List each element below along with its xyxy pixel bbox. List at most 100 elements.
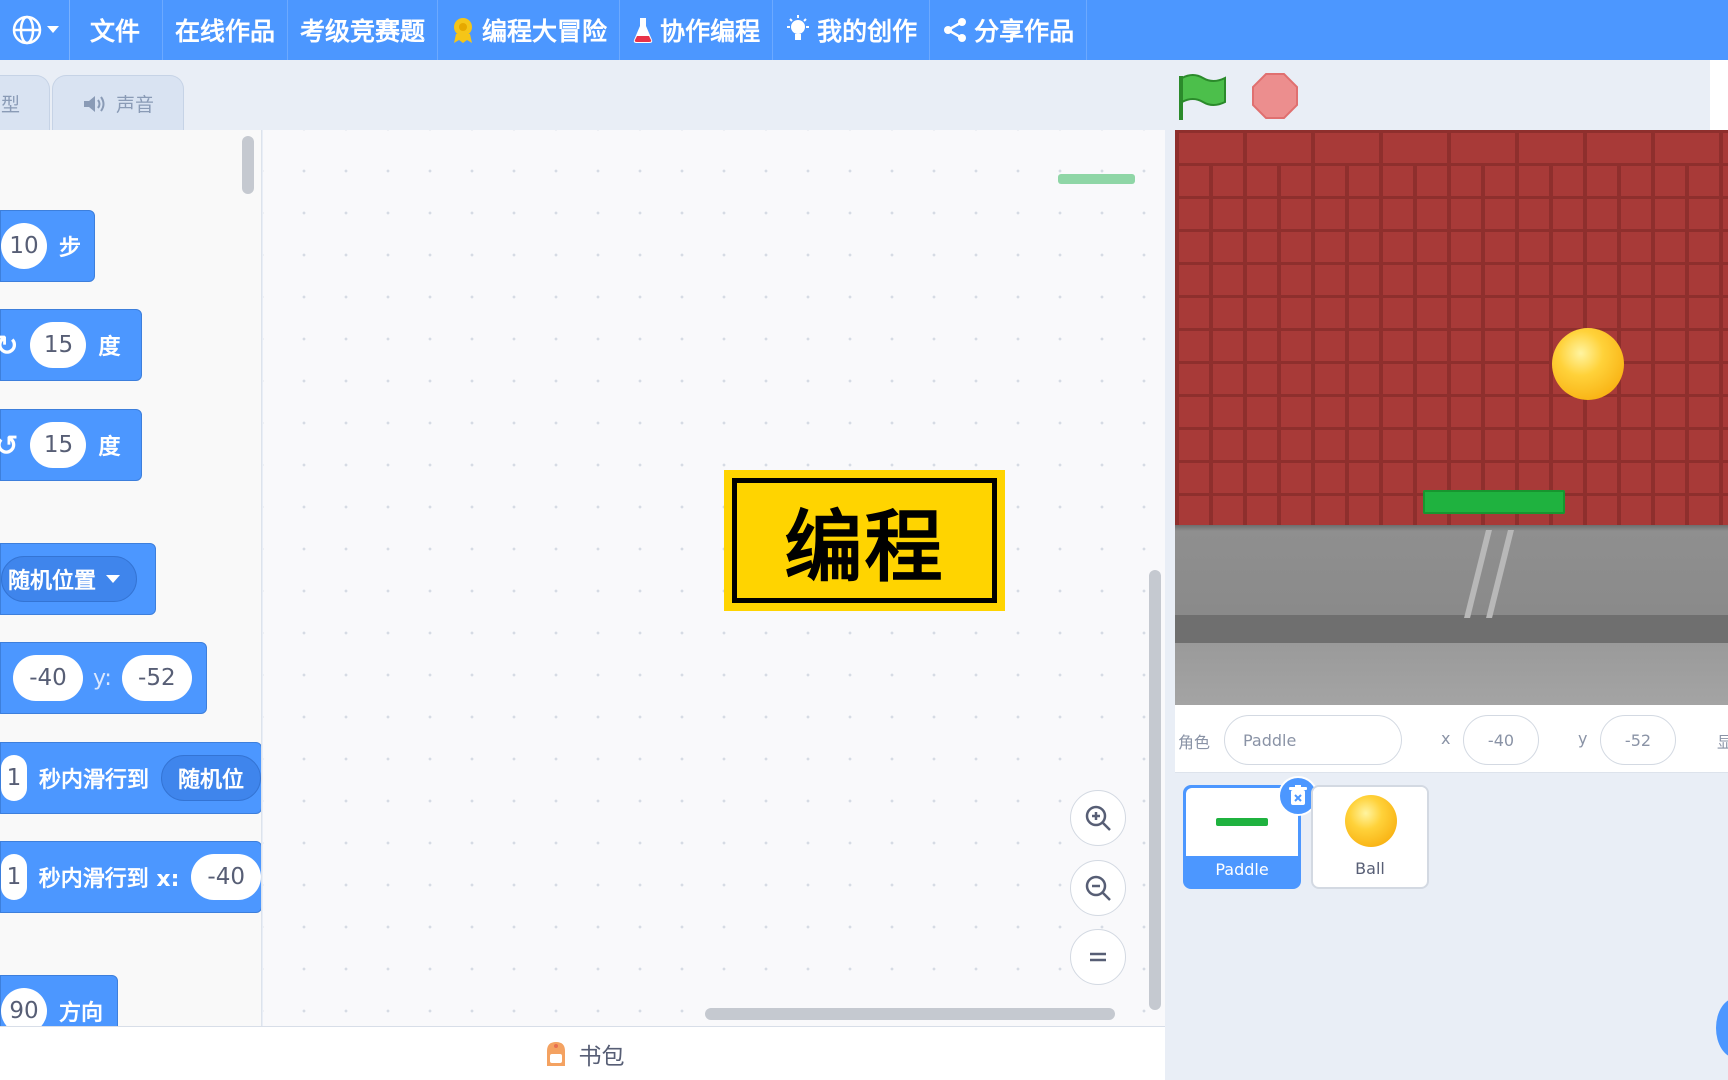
show-label: 显 [1717,733,1728,752]
move-steps-suffix: 步 [59,236,82,261]
zoom-out-icon [1085,875,1111,901]
sprite-name-value: Paddle [1243,730,1297,750]
y-label: y [1578,729,1588,748]
glide-target-dropdown[interactable]: 随机位 [160,755,261,801]
turn-left-degrees-input[interactable]: 15 [30,422,87,468]
zoom-in-button[interactable] [1070,790,1126,846]
sprite-thumbnail [1313,787,1427,855]
block-turn-left[interactable]: ↺ 15 度 [0,409,142,481]
paddle-sprite[interactable] [1423,490,1565,514]
floor-backdrop [1175,525,1728,705]
rotate-left-icon: ↺ [0,429,18,462]
glide-xy-x-input[interactable]: -40 [191,854,261,900]
menu-share-work-label: 分享作品 [974,17,1075,46]
editor-tabs: 型 声音 [0,60,1165,131]
glide-target-label: 随机位 [177,768,244,793]
block-goto-target[interactable]: 随机位置 [0,543,156,615]
rotate-right-icon: ↻ [0,329,18,362]
sprite-info-panel: 角色 Paddle x -40 y -52 显 [1175,705,1728,773]
sprite-card-ball[interactable]: Ball [1311,785,1429,889]
menu-collab-coding[interactable]: 协作编程 [620,0,774,60]
sprite-x-input[interactable]: -40 [1463,715,1539,765]
menu-online-works-label: 在线作品 [175,17,276,46]
tab-sounds-label: 声音 [115,94,154,116]
menu-my-creations-label: 我的创作 [817,17,918,46]
language-menu[interactable] [0,0,70,60]
turn-right-suffix: 度 [98,335,121,360]
workspace-minimap-indicator [1058,174,1135,184]
menu-online-works[interactable]: 在线作品 [163,0,289,60]
green-flag-icon[interactable] [1175,72,1231,122]
backpack-bar[interactable]: 书包 [0,1026,1165,1080]
goto-y-input[interactable]: -52 [121,655,192,701]
code-workspace[interactable]: 编程 [263,130,1165,1026]
block-glide-target[interactable]: 1 秒内滑行到 随机位 [0,742,261,814]
tab-sounds[interactable]: 声音 [52,75,184,131]
menu-file[interactable]: 文件 [70,0,164,60]
backpack-label: 书包 [578,1043,625,1070]
sprite-y-input[interactable]: -52 [1600,715,1676,765]
direction-suffix: 方向 [59,1001,104,1026]
goto-y-label: y: [93,665,112,691]
caret-down-icon [106,574,121,583]
zoom-reset-button[interactable] [1070,929,1126,985]
menu-coding-adventure-label: 编程大冒险 [482,17,608,46]
backpack-icon [546,1041,565,1066]
overlay-title-badge: 编程 [724,470,1005,611]
menu-my-creations[interactable]: 我的创作 [773,0,931,60]
workspace-horizontal-scrollbar[interactable] [705,1008,1115,1020]
turn-right-degrees-input[interactable]: 15 [30,322,87,368]
sprite-x-value: -40 [1487,730,1515,750]
lightbulb-icon [787,15,810,40]
block-palette: 10 步 ↻ 15 度 ↺ 15 度 随机位置 -40 y: -52 1 秒内滑… [0,130,262,1026]
tab-costumes-label: 型 [1,94,21,116]
share-icon [944,18,967,42]
brick-wall-joints [1175,163,1728,525]
menu-collab-coding-label: 协作编程 [660,17,761,46]
turn-left-suffix: 度 [98,435,121,460]
menu-share-work[interactable]: 分享作品 [930,0,1088,60]
globe-icon [12,15,41,45]
zoom-out-button[interactable] [1070,860,1126,916]
flask-icon [633,18,653,43]
workspace-vertical-scrollbar[interactable] [1149,570,1161,1010]
block-goto-xy[interactable]: -40 y: -52 [0,642,207,714]
zoom-in-icon [1085,805,1111,831]
menu-exam-questions[interactable]: 考级竞赛题 [288,0,439,60]
medal-icon [454,18,473,43]
stage-size-toggle[interactable] [1710,60,1728,130]
menu-coding-adventure[interactable]: 编程大冒险 [438,0,621,60]
stage-canvas[interactable] [1175,130,1728,705]
goto-target-label: 随机位置 [8,569,97,594]
goto-target-dropdown[interactable]: 随机位置 [1,556,138,602]
ball-sprite[interactable] [1552,328,1624,400]
equals-icon [1090,952,1106,962]
overlay-title: 编程 [732,478,997,603]
x-label: x [1441,729,1451,748]
sprite-card-paddle[interactable]: Paddle [1183,776,1318,889]
sprite-y-value: -52 [1624,730,1652,750]
block-glide-xy[interactable]: 1 秒内滑行到 x: -40 [0,841,261,913]
glide-secs-input[interactable]: 1 [1,755,27,801]
move-steps-input[interactable]: 10 [1,223,47,269]
sprite-card-name: Paddle [1215,860,1269,879]
sprite-list: Paddle Ball [1175,773,1728,1080]
direction-input[interactable]: 90 [1,988,47,1026]
palette-scrollbar[interactable] [242,136,254,194]
tab-costumes[interactable]: 型 [0,75,50,131]
trash-icon [1289,785,1307,805]
sprite-card-name: Ball [1355,859,1385,878]
goto-x-input[interactable]: -40 [13,655,83,701]
sprite-name-input[interactable]: Paddle [1224,715,1402,765]
menu-exam-questions-label: 考级竞赛题 [300,17,426,46]
block-turn-right[interactable]: ↻ 15 度 [0,309,142,381]
menu-bar: 文件 在线作品 考级竞赛题 编程大冒险 协作编程 我的创作 分享作品 [0,0,1728,60]
menu-file-label: 文件 [90,17,141,46]
caret-down-icon [46,26,59,33]
glide-xy-text: 秒内滑行到 x: [38,867,180,892]
block-move-steps[interactable]: 10 步 [0,210,95,282]
glide-text: 秒内滑行到 [38,768,149,793]
block-point-direction[interactable]: 90 方向 [0,975,118,1026]
glide-xy-secs-input[interactable]: 1 [1,854,27,900]
stop-icon[interactable] [1251,72,1299,120]
